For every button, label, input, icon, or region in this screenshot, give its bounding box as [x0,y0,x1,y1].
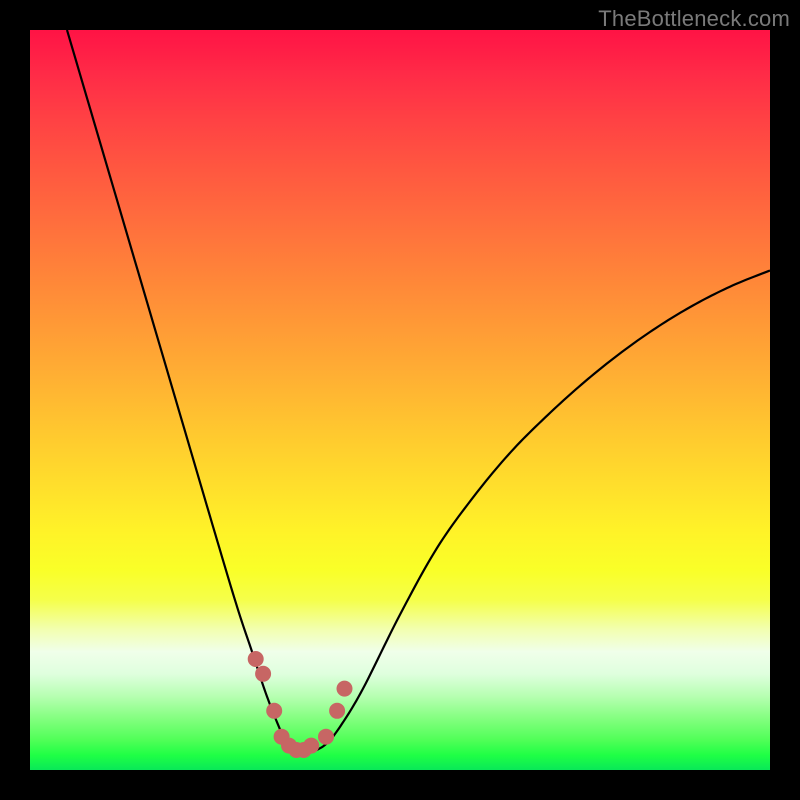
curve-marker [330,703,345,718]
curve-marker [267,703,282,718]
plot-area [30,30,770,770]
marker-group [248,652,352,758]
chart-frame: TheBottleneck.com [0,0,800,800]
curve-marker [319,729,334,744]
bottleneck-curve [67,30,770,754]
curve-path-group [67,30,770,754]
curve-marker [304,738,319,753]
curve-svg [30,30,770,770]
watermark-text: TheBottleneck.com [598,6,790,32]
curve-marker [256,666,271,681]
curve-marker [248,652,263,667]
curve-marker [337,681,352,696]
